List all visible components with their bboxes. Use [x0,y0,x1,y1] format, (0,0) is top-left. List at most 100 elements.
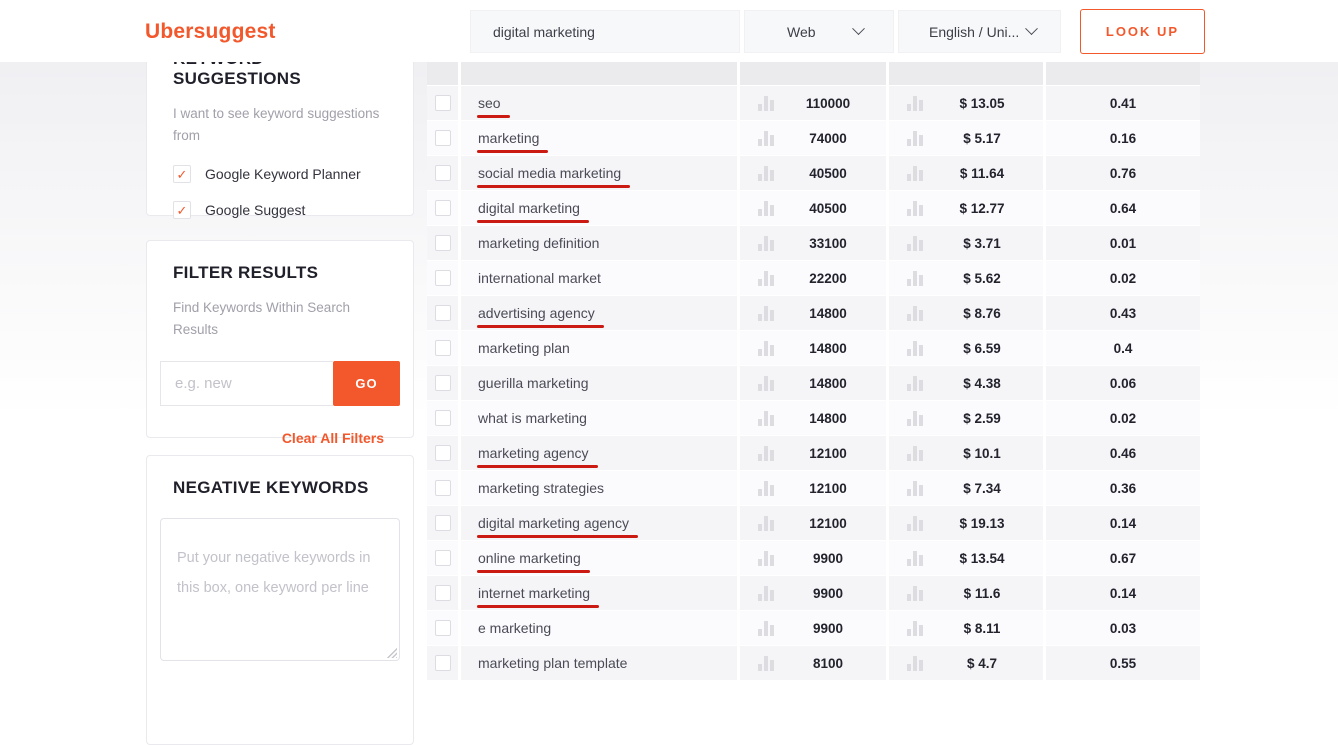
negative-keywords-textarea[interactable] [160,518,400,661]
cpc-bar-chart-icon[interactable] [907,620,925,636]
cpc-bar-chart-icon[interactable] [907,305,925,321]
go-button[interactable]: GO [333,361,400,406]
source-option-google-keyword-planner[interactable]: ✓ Google Keyword Planner [173,165,387,183]
cpc-bar-chart-icon[interactable] [907,200,925,216]
row-checkbox[interactable] [435,130,451,146]
cpc-cell: $ 3.71 [889,226,1043,260]
competition-cell: 0.67 [1046,541,1200,575]
keyword-link[interactable]: marketing strategies [478,480,604,496]
row-checkbox[interactable] [435,620,451,636]
volume-bar-chart-icon[interactable] [758,165,776,181]
search-type-value: Web [787,24,816,40]
cpc-bar-chart-icon[interactable] [907,270,925,286]
row-checkbox[interactable] [435,445,451,461]
volume-bar-chart-icon[interactable] [758,410,776,426]
keyword-link[interactable]: digital marketing [478,200,580,216]
volume-bar-chart-icon[interactable] [758,270,776,286]
keyword-link[interactable]: digital marketing agency [478,515,629,531]
keyword-link[interactable]: advertising agency [478,305,595,321]
keyword-link[interactable]: online marketing [478,550,581,566]
search-type-select[interactable]: Web [744,10,894,53]
row-checkbox[interactable] [435,165,451,181]
table-row: marketing74000$ 5.170.16 [427,121,1200,155]
look-up-button[interactable]: LOOK UP [1080,9,1205,54]
row-checkbox[interactable] [435,655,451,671]
cpc-bar-chart-icon[interactable] [907,480,925,496]
volume-bar-chart-icon[interactable] [758,130,776,146]
volume-bar-chart-icon[interactable] [758,200,776,216]
row-checkbox[interactable] [435,340,451,356]
table-row: digital marketing agency12100$ 19.130.14 [427,506,1200,540]
filter-keyword-input[interactable] [160,361,333,406]
cpc-bar-chart-icon[interactable] [907,550,925,566]
keyword-link[interactable]: internet marketing [478,585,590,601]
keyword-link[interactable]: social media marketing [478,165,621,181]
cpc-bar-chart-icon[interactable] [907,340,925,356]
keyword-link[interactable]: e marketing [478,620,551,636]
volume-bar-chart-icon[interactable] [758,95,776,111]
cpc-bar-chart-icon[interactable] [907,515,925,531]
cpc-bar-chart-icon[interactable] [907,165,925,181]
checkbox-checked[interactable]: ✓ [173,165,191,183]
keyword-link[interactable]: international market [478,270,601,286]
competition-value: 0.03 [1046,621,1200,636]
cpc-bar-chart-icon[interactable] [907,655,925,671]
row-checkbox[interactable] [435,235,451,251]
competition-value: 0.02 [1046,271,1200,286]
cpc-bar-chart-icon[interactable] [907,375,925,391]
language-select[interactable]: English / Uni... [898,10,1061,53]
table-row: international market22200$ 5.620.02 [427,261,1200,295]
volume-bar-chart-icon[interactable] [758,585,776,601]
cpc-bar-chart-icon[interactable] [907,95,925,111]
table-row: guerilla marketing14800$ 4.380.06 [427,366,1200,400]
volume-bar-chart-icon[interactable] [758,480,776,496]
volume-cell: 40500 [740,191,886,225]
cpc-bar-chart-icon[interactable] [907,445,925,461]
row-checkbox[interactable] [435,270,451,286]
ubersuggest-logo[interactable]: Ubersuggest [145,20,276,44]
volume-bar-chart-icon[interactable] [758,235,776,251]
keyword-link[interactable]: marketing plan [478,340,570,356]
cpc-cell: $ 10.1 [889,436,1043,470]
row-checkbox[interactable] [435,585,451,601]
keyword-link[interactable]: marketing plan template [478,655,627,671]
volume-bar-chart-icon[interactable] [758,620,776,636]
row-checkbox[interactable] [435,515,451,531]
keyword-link[interactable]: marketing [478,130,539,146]
clear-all-filters-link[interactable]: Clear All Filters [160,430,384,446]
row-checkbox[interactable] [435,305,451,321]
row-checkbox[interactable] [435,550,451,566]
competition-cell: 0.02 [1046,261,1200,295]
volume-bar-chart-icon[interactable] [758,515,776,531]
volume-bar-chart-icon[interactable] [758,550,776,566]
volume-bar-chart-icon[interactable] [758,305,776,321]
keyword-search-box [470,10,740,53]
row-checkbox[interactable] [435,200,451,216]
cpc-cell: $ 19.13 [889,506,1043,540]
source-option-google-suggest[interactable]: ✓ Google Suggest [173,201,387,219]
volume-cell: 74000 [740,121,886,155]
keyword-link[interactable]: marketing agency [478,445,589,461]
keyword-link[interactable]: what is marketing [478,410,587,426]
competition-value: 0.02 [1046,411,1200,426]
keyword-link[interactable]: marketing definition [478,235,599,251]
volume-bar-chart-icon[interactable] [758,445,776,461]
competition-value: 0.41 [1046,96,1200,111]
cpc-bar-chart-icon[interactable] [907,585,925,601]
keyword-link[interactable]: seo [478,95,501,111]
row-checkbox[interactable] [435,480,451,496]
row-checkbox[interactable] [435,410,451,426]
volume-bar-chart-icon[interactable] [758,655,776,671]
row-checkbox[interactable] [435,95,451,111]
source-option-label: Google Keyword Planner [205,166,361,182]
keyword-search-input[interactable] [471,11,739,52]
row-checkbox[interactable] [435,375,451,391]
row-checkbox-cell [427,436,458,470]
keyword-link[interactable]: guerilla marketing [478,375,589,391]
volume-bar-chart-icon[interactable] [758,340,776,356]
volume-bar-chart-icon[interactable] [758,375,776,391]
cpc-bar-chart-icon[interactable] [907,410,925,426]
cpc-bar-chart-icon[interactable] [907,235,925,251]
checkbox-checked[interactable]: ✓ [173,201,191,219]
cpc-bar-chart-icon[interactable] [907,130,925,146]
